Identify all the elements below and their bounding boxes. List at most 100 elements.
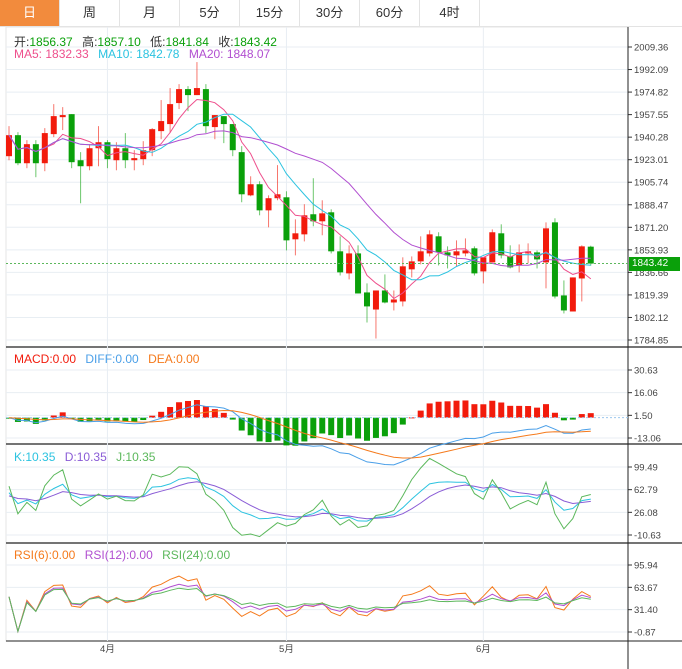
candle	[337, 236, 344, 276]
macd-bar	[131, 417, 138, 422]
macd-bar	[578, 414, 585, 418]
candle	[265, 195, 272, 228]
kdj-tick-label: 26.08	[634, 508, 658, 519]
price-tick-label: 1940.28	[634, 133, 668, 144]
macd-bar	[355, 417, 362, 439]
candle-body	[122, 148, 129, 161]
macd-bar	[158, 411, 165, 418]
candle-body	[176, 89, 183, 104]
candle	[560, 280, 567, 314]
rsi24-value: RSI(24):0.00	[162, 548, 231, 562]
price-tick-label: 1888.47	[634, 200, 668, 211]
rsi12-line	[8, 583, 591, 634]
k-line	[8, 477, 591, 522]
candle	[32, 140, 39, 178]
price-tick-label: 1992.09	[634, 65, 668, 76]
dea-value: DEA:0.00	[148, 352, 200, 366]
candle-body	[355, 253, 362, 294]
candle	[364, 283, 370, 323]
price-tick-label: 1802.12	[634, 313, 668, 324]
macd-bar	[381, 417, 388, 437]
candle-body	[86, 148, 93, 167]
candle-body	[587, 246, 594, 264]
j-value: J:10.35	[116, 450, 156, 464]
price-tick-label: 1974.82	[634, 88, 668, 99]
candle	[301, 204, 308, 242]
macd-bar	[498, 402, 505, 418]
candle	[569, 277, 576, 312]
candle-body	[480, 257, 487, 272]
candle	[453, 240, 460, 267]
candle-body	[158, 121, 165, 132]
candle	[202, 84, 209, 134]
kdj-tick-label: -10.63	[634, 531, 661, 542]
candle	[86, 144, 93, 171]
candle-body	[131, 158, 138, 161]
macd-bar	[480, 404, 487, 418]
macd-bar	[346, 417, 353, 436]
month-label: 4月	[100, 644, 115, 655]
candle-body	[372, 290, 379, 310]
candle-body	[435, 236, 442, 253]
candle-body	[50, 116, 57, 135]
candle-body	[167, 104, 174, 125]
candle	[247, 176, 254, 197]
candle-body	[489, 232, 496, 263]
macd-bar	[247, 417, 254, 436]
d-value: D:10.35	[64, 450, 107, 464]
macd-bar	[444, 401, 451, 418]
candle	[543, 222, 549, 289]
macd-bar	[274, 417, 281, 441]
macd-tick-label: 1.50	[634, 411, 653, 422]
candle-body	[399, 266, 406, 302]
rsi12-value: RSI(12):0.00	[84, 548, 153, 562]
macd-bar	[301, 417, 308, 442]
candle	[462, 238, 469, 257]
price-tick-label: 2009.36	[634, 43, 668, 54]
price-tick-label: 1784.85	[634, 336, 668, 347]
kdj-tick-label: 62.79	[634, 485, 658, 496]
kline-chart[interactable]: 2009.36 1992.09 1974.82 1957.55 1940.28 1923.…	[0, 0, 682, 669]
price-tick-label: 1905.74	[634, 178, 668, 189]
candle-body	[229, 124, 236, 151]
candle	[390, 290, 397, 311]
candle	[158, 100, 165, 140]
candle	[229, 124, 236, 157]
candle-body	[417, 251, 424, 262]
candle	[319, 200, 326, 236]
candle	[238, 146, 245, 203]
macd-bar	[390, 417, 397, 434]
macd-value: MACD:0.00	[14, 352, 77, 366]
rsi-legend: RSI(6):0.00 RSI(12):0.00 RSI(24):0.00	[14, 548, 236, 562]
candle	[95, 126, 102, 167]
macd-bar	[551, 412, 558, 418]
ma20-value: MA20: 1848.07	[188, 47, 271, 61]
macd-bar	[516, 405, 523, 418]
candle-body	[220, 116, 227, 125]
candle-body	[560, 295, 567, 311]
ma5-value: MA5: 1832.33	[14, 47, 89, 61]
macd-bar	[525, 406, 532, 418]
macd-bar	[220, 412, 227, 418]
candle-body	[113, 148, 120, 161]
candle-body	[185, 89, 191, 96]
candle	[41, 128, 48, 172]
candle-body	[238, 152, 245, 195]
candle-body	[247, 184, 254, 196]
candle	[426, 230, 433, 257]
rsi-tick-label: 31.40	[634, 605, 658, 616]
candle-body	[265, 198, 272, 211]
candle-body	[319, 213, 326, 222]
macd-bar	[471, 404, 478, 418]
candle	[346, 245, 353, 280]
diff-value: DIFF:0.00	[85, 352, 139, 366]
month-label: 6月	[476, 644, 491, 655]
macd-legend: MACD:0.00 DIFF:0.00 DEA:0.00	[14, 352, 205, 366]
rsi6-value: RSI(6):0.00	[14, 548, 76, 562]
macd-bar	[399, 417, 406, 425]
macd-bar	[426, 403, 433, 418]
macd-bar	[372, 417, 379, 438]
candle-body	[193, 88, 200, 96]
rsi-tick-label: -0.87	[634, 628, 656, 639]
candle-body	[569, 277, 576, 312]
